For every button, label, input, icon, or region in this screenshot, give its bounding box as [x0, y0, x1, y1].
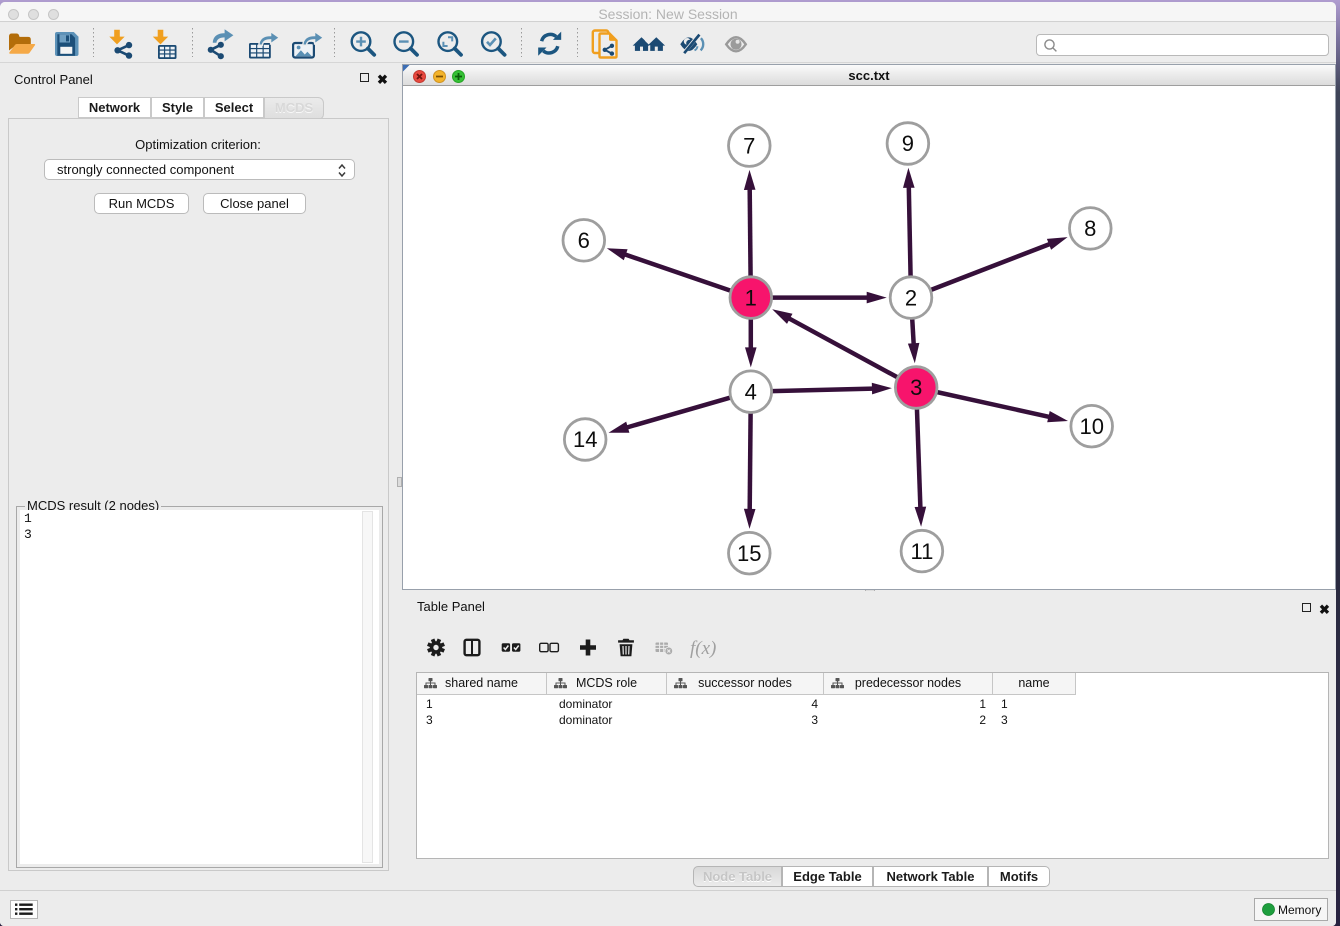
svg-text:9: 9: [902, 131, 914, 156]
svg-text:f(x): f(x): [690, 638, 716, 659]
svg-text:1: 1: [745, 285, 757, 310]
svg-text:3: 3: [910, 375, 922, 400]
svg-text:2: 2: [905, 285, 917, 310]
svg-text:7: 7: [743, 133, 755, 158]
svg-text:4: 4: [745, 379, 757, 404]
svg-text:8: 8: [1084, 216, 1096, 241]
svg-text:15: 15: [737, 541, 761, 566]
svg-text:6: 6: [578, 228, 590, 253]
svg-text:10: 10: [1079, 414, 1103, 439]
svg-text:11: 11: [910, 539, 933, 564]
svg-text:14: 14: [573, 427, 597, 452]
